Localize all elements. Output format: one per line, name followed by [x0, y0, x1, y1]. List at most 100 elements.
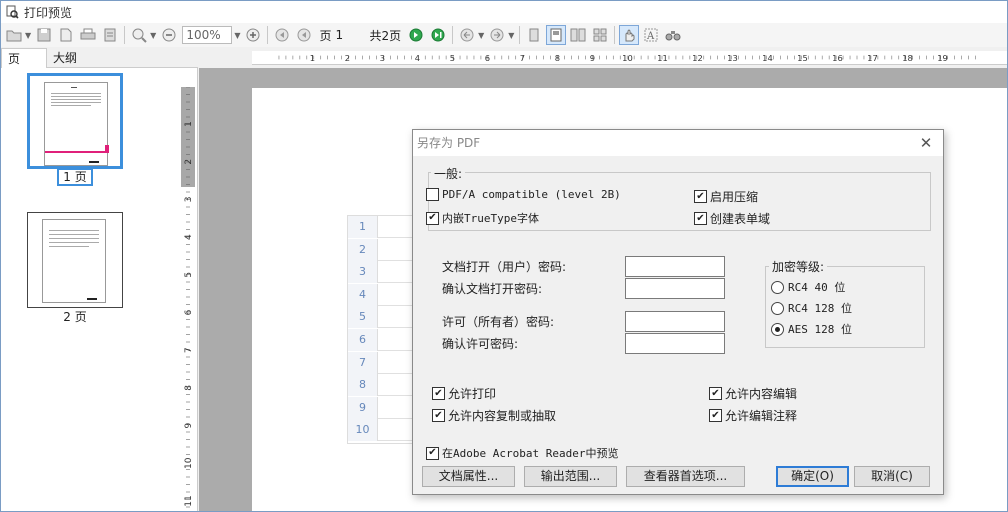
- allow-print-label: 允许打印: [448, 387, 497, 401]
- embed-truetype-checkbox[interactable]: ✔ 内嵌TrueType字体: [426, 210, 539, 226]
- tab-outline[interactable]: 大纲: [47, 48, 93, 68]
- toolbar: ▼ ▼ 100% ▼ 页 1 共2页 ▼ ▼ A: [1, 23, 1007, 47]
- side-tabs: 页 大纲: [1, 48, 198, 68]
- chevron-down-icon[interactable]: ▼: [234, 31, 240, 40]
- page-setup-icon[interactable]: [100, 25, 120, 45]
- ruler-tick-label: 7: [184, 347, 194, 353]
- compression-checkbox[interactable]: ✔ 启用压缩: [694, 188, 758, 205]
- page-number-input[interactable]: 1: [335, 28, 365, 42]
- check-icon: ✔: [426, 446, 439, 460]
- text-select-icon[interactable]: A: [641, 25, 661, 45]
- ruler-tick-label: 1: [184, 121, 194, 127]
- window-title: 打印预览: [24, 5, 73, 20]
- zoom-out-icon[interactable]: [159, 25, 179, 45]
- confirm-open-password-field[interactable]: [625, 278, 725, 299]
- zoom-in-icon[interactable]: [129, 25, 149, 45]
- open-password-label: 文档打开（用户）密码:: [442, 260, 567, 274]
- output-range-button[interactable]: 输出范围...: [524, 466, 617, 487]
- find-icon[interactable]: [663, 25, 683, 45]
- page-thumbnail-1[interactable]: [27, 73, 123, 169]
- radio-circle: [771, 301, 784, 315]
- ruler-tick-label: 17: [867, 53, 878, 63]
- row-number: 6: [348, 329, 378, 351]
- total-pages: 共2页: [369, 28, 402, 43]
- open-icon[interactable]: [4, 25, 24, 45]
- owner-password-field[interactable]: [625, 311, 725, 332]
- open-password-field[interactable]: [625, 256, 725, 277]
- check-icon: ✔: [709, 409, 722, 422]
- document-icon[interactable]: [56, 25, 76, 45]
- tab-pages[interactable]: 页: [1, 48, 47, 68]
- allow-copy-checkbox[interactable]: ✔ 允许内容复制或抽取: [432, 407, 556, 424]
- confirm-owner-password-field[interactable]: [625, 333, 725, 354]
- ruler-tick-label: 3: [184, 197, 194, 203]
- ruler-tick-label: 2: [345, 53, 350, 63]
- continuous-page-icon[interactable]: [546, 25, 567, 45]
- page-label: 页: [319, 28, 332, 43]
- check-icon: ✔: [709, 387, 722, 400]
- confirm-owner-password-label: 确认许可密码:: [442, 337, 519, 351]
- confirm-open-password-label: 确认文档打开密码:: [442, 282, 543, 296]
- zoom-plus-icon[interactable]: [243, 25, 263, 45]
- allow-annot-checkbox[interactable]: ✔ 允许编辑注释: [709, 407, 797, 424]
- close-icon[interactable]: ✕: [917, 134, 935, 152]
- ok-button[interactable]: 确定(O): [776, 466, 849, 487]
- ruler-tick-label: 9: [184, 422, 194, 428]
- save-icon[interactable]: [34, 25, 54, 45]
- allow-edit-checkbox[interactable]: ✔ 允许内容编辑: [709, 385, 797, 402]
- ruler-tick-label: 5: [184, 272, 194, 278]
- thumbnail-caption-1: 1 页: [27, 168, 123, 186]
- row-number: 5: [348, 306, 378, 329]
- sheet-row: 7: [348, 351, 418, 374]
- pdfa-checkbox[interactable]: PDF/A compatible (level 2B): [426, 188, 621, 201]
- last-page-icon[interactable]: [428, 25, 448, 45]
- create-form-checkbox[interactable]: ✔ 创建表单域: [694, 210, 770, 227]
- rc4-128-radio[interactable]: RC4 128 位: [771, 300, 852, 316]
- chevron-down-icon[interactable]: ▼: [478, 31, 484, 40]
- zoom-input[interactable]: 100%: [182, 26, 233, 44]
- next-page-icon[interactable]: [406, 25, 426, 45]
- ruler-tick-label: 10: [184, 457, 194, 469]
- allow-print-checkbox[interactable]: ✔ 允许打印: [432, 385, 496, 402]
- single-page-icon[interactable]: [524, 25, 544, 45]
- two-pages-icon[interactable]: [568, 25, 588, 45]
- back-icon[interactable]: [457, 25, 477, 45]
- print-icon[interactable]: [78, 25, 98, 45]
- ruler-tick-label: 3: [380, 53, 385, 63]
- chevron-down-icon[interactable]: ▼: [508, 31, 514, 40]
- row-number: 7: [348, 351, 378, 374]
- chevron-down-icon[interactable]: ▼: [25, 31, 31, 40]
- cancel-button[interactable]: 取消(C): [854, 466, 930, 487]
- ruler-tick-label: 6: [184, 309, 194, 315]
- viewer-preferences-button[interactable]: 查看器首选项...: [626, 466, 745, 487]
- print-preview-window: 打印预览 ▼ ▼ 100% ▼ 页 1 共2页 ▼ ▼ A 页 大纲 1 页 2…: [0, 0, 1008, 512]
- preview-acrobat-label: 在Adobe Acrobat Reader中预览: [442, 447, 619, 460]
- previous-page-icon[interactable]: [294, 25, 314, 45]
- check-icon: ✔: [694, 212, 707, 225]
- rc4-128-label: RC4 128 位: [788, 302, 852, 315]
- rc4-40-label: RC4 40 位: [788, 281, 846, 294]
- preview-acrobat-checkbox[interactable]: ✔ 在Adobe Acrobat Reader中预览: [426, 445, 618, 461]
- chevron-down-icon[interactable]: ▼: [150, 31, 156, 40]
- rc4-40-radio[interactable]: RC4 40 位: [771, 279, 845, 295]
- row-number: 9: [348, 396, 378, 419]
- title-bar: 打印预览: [1, 1, 1007, 23]
- multi-pages-icon[interactable]: [590, 25, 610, 45]
- row-number: 2: [348, 238, 378, 261]
- sheet-row: 4: [348, 283, 418, 306]
- first-page-icon[interactable]: [272, 25, 292, 45]
- svg-text:A: A: [646, 31, 655, 42]
- compression-label: 启用压缩: [710, 190, 759, 204]
- forward-icon[interactable]: [487, 25, 507, 45]
- document-properties-button[interactable]: 文档属性...: [422, 466, 515, 487]
- aes-128-radio[interactable]: AES 128 位: [771, 321, 852, 337]
- page-thumbnail-2[interactable]: [27, 212, 123, 308]
- ruler-tick-label: 13: [727, 53, 738, 63]
- row-number: 4: [348, 283, 378, 306]
- aes-128-label: AES 128 位: [788, 323, 852, 336]
- row-number: 10: [348, 419, 378, 442]
- allow-copy-label: 允许内容复制或抽取: [448, 409, 557, 423]
- checkbox-box: [426, 188, 439, 201]
- ruler-tick-label: 7: [520, 53, 525, 63]
- hand-tool-icon[interactable]: [619, 25, 640, 45]
